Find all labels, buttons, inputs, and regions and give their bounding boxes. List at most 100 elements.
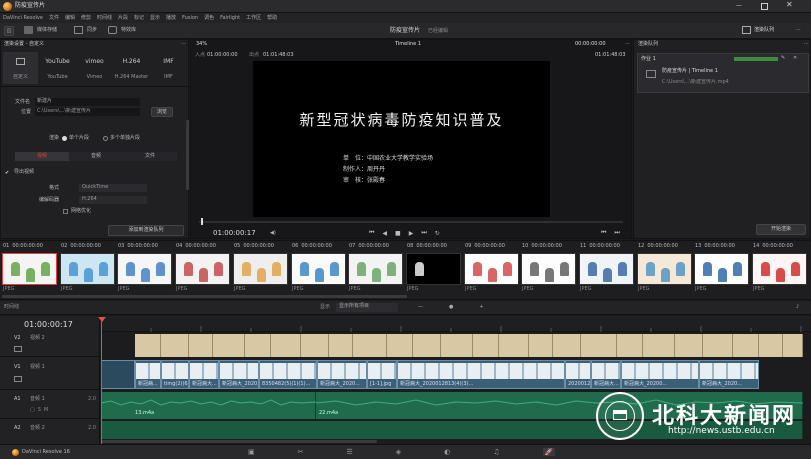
video-clip[interactable]: [1-1].jpg [367,360,397,389]
multi-clip-radio[interactable]: 多个单独片段 [103,135,140,142]
step-back-icon[interactable]: ◀ [382,230,387,237]
minimize-icon[interactable]: — [736,2,742,10]
filename-input[interactable]: 新建片 [35,98,140,106]
location-input[interactable]: C:\Users\...\新建宣传片 [35,108,140,116]
clip-item[interactable]: 06 00:00:00:00 JPEG [291,243,347,293]
edit-job-icon[interactable]: ✎ [781,55,785,62]
mute-icon[interactable]: M [44,407,48,413]
title-clip[interactable] [675,334,703,357]
menu-item[interactable]: 编辑 [65,15,75,22]
title-clip[interactable] [553,334,581,357]
title-clip[interactable] [387,334,413,357]
add-to-render-queue-button[interactable]: 添加到渲染队列 [108,225,184,236]
solo-icon[interactable]: S [38,407,41,413]
more-options-icon[interactable]: ⋯ [796,27,801,34]
skip-forward-icon[interactable]: ⏭ [421,229,426,237]
deliver-page-icon[interactable]: 🚀 [542,448,556,456]
title-clip[interactable] [759,334,783,357]
video-clip[interactable]: 新冠病... [135,360,161,389]
network-optimize-checkbox[interactable]: 网络优化 [63,208,91,215]
v1-leading-clip[interactable] [101,360,135,389]
clip-item[interactable]: 01 00:00:00:00 JPEG [2,243,58,293]
title-clip[interactable] [135,334,161,357]
video-clip[interactable]: 新冠病大... [591,360,621,389]
menu-item[interactable]: Fusion [182,15,198,22]
video-clip[interactable]: 新冠病大_2020... [317,360,367,389]
zoom-in-icon[interactable]: + [479,304,483,310]
title-clip[interactable] [783,334,803,357]
video-clip[interactable]: 新冠病大_2020... [219,360,259,389]
media-page-icon[interactable]: ▣ [248,448,255,456]
title-clip[interactable] [189,334,213,357]
more-options-icon[interactable]: ⋯ [181,41,186,48]
title-clip[interactable] [413,334,441,357]
clip-item[interactable]: 13 00:00:00:00 JPEG [694,243,750,293]
render-queue-button[interactable]: 渲染队列 [742,26,774,34]
clips-scrollbar[interactable] [2,295,407,298]
timeline-name[interactable]: Timeline 1 [395,41,421,48]
title-clip[interactable] [441,334,473,357]
title-clip[interactable] [301,334,329,357]
menu-item[interactable]: Fairlight [220,15,240,22]
title-clip[interactable] [529,334,553,357]
play-icon[interactable]: ▶ [409,230,414,237]
track-name[interactable]: 音频 2 [30,425,45,432]
video-clip[interactable]: 2020012... [565,360,591,389]
title-clip[interactable] [245,334,271,357]
fairlight-page-icon[interactable]: ♫ [493,448,499,456]
title-clip[interactable] [161,334,189,357]
skip-back-icon[interactable]: ⏮ [369,229,374,237]
menu-item[interactable]: 显示 [150,15,160,22]
delete-job-icon[interactable]: ✕ [793,55,797,62]
preset-youtube[interactable]: YouTube YouTube [40,52,75,84]
tab-video[interactable]: 视频 [15,152,69,161]
sync-bin-button[interactable]: 同步 [74,26,97,34]
clip-item[interactable]: 14 00:00:00:00 JPEG [752,243,808,293]
scrub-bar[interactable] [199,218,623,225]
media-pool-button[interactable]: 媒体存储 [24,26,57,34]
prev-edit-icon[interactable]: ⏮ [601,229,606,237]
sort-select[interactable]: 显示所有项目 [336,303,398,312]
fusion-page-icon[interactable]: ◈ [396,448,401,456]
audio-icon[interactable]: ◀) [270,230,276,237]
preset-h-264-master[interactable]: H.264 H.264 Master [114,52,149,84]
zoom-level[interactable]: 34% [196,41,207,48]
clip-item[interactable]: 05 00:00:00:00 JPEG [233,243,289,293]
effects-button[interactable]: 特效库 [108,26,136,34]
start-render-button[interactable]: 开始渲染 [756,224,806,235]
timeline-scrollbar[interactable] [101,440,377,443]
codec-select[interactable]: H.264 [79,196,147,204]
single-clip-radio[interactable]: 单个片段 [62,135,89,142]
zoom-out-icon[interactable]: — [418,304,423,310]
maximize-icon[interactable] [761,3,768,10]
menu-item[interactable]: 播放 [166,15,176,22]
more-options-icon[interactable]: ⋯ [625,41,630,48]
playhead-handle-icon[interactable] [98,317,106,322]
clip-item[interactable]: 10 00:00:00:00 JPEG [521,243,577,293]
title-clip[interactable] [473,334,499,357]
title-clip[interactable] [353,334,387,357]
music-icon[interactable]: ♪ [796,304,799,311]
clip-item[interactable]: 07 00:00:00:00 JPEG [348,243,404,293]
menu-item[interactable]: 工作区 [246,15,261,22]
menu-item[interactable]: 时间线 [97,15,112,22]
video-clip[interactable]: timg(2)(6)... [161,360,189,389]
title-clip[interactable] [703,334,733,357]
next-edit-icon[interactable]: ⏭ [614,229,619,237]
clip-item[interactable]: 08 00:00:00:00 JPEG [406,243,462,293]
clip-item[interactable]: 11 00:00:00:00 JPEG [579,243,635,293]
menu-item[interactable]: 标记 [134,15,144,22]
title-clip[interactable] [499,334,529,357]
menu-item[interactable]: 修剪 [81,15,91,22]
menu-item[interactable]: 文件 [49,15,59,22]
tab-audio[interactable]: 音频 [69,152,123,161]
panel-toggle-button[interactable]: ◫ [4,26,14,36]
preset-imf[interactable]: IMF IMF [151,52,186,84]
title-clip[interactable] [581,334,617,357]
render-job-card[interactable]: 作业 1 ✎ ✕ 防疫宣传片 | Timeline 1 C:\Users\...… [637,53,809,93]
clip-item[interactable]: 12 00:00:00:00 JPEG [637,243,693,293]
cut-page-icon[interactable]: ✂ [298,448,304,456]
timeline-playhead[interactable] [101,317,102,444]
title-clip[interactable] [329,334,353,357]
browse-button[interactable]: 浏览 [151,107,173,117]
